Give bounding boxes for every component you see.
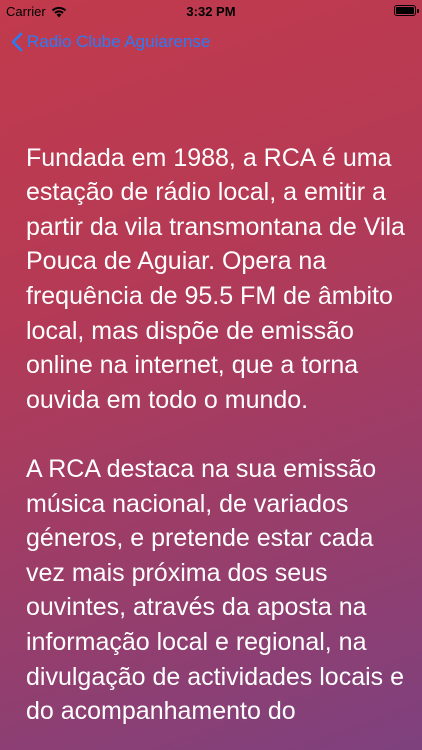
description-paragraph-2: A RCA destaca na sua emissão música naci…: [26, 454, 405, 726]
back-button-label: Radio Clube Aguiarense: [27, 32, 211, 51]
status-bar: Carrier 3:32 PM: [0, 0, 422, 22]
description-paragraph-1: Fundada em 1988, a RCA é uma estação de …: [26, 143, 405, 414]
chevron-left-icon: [10, 32, 24, 52]
back-button[interactable]: Radio Clube Aguiarense: [10, 32, 210, 52]
battery-icon: [394, 5, 419, 16]
status-time: 3:32 PM: [186, 4, 236, 19]
navigation-bar: Radio Clube Aguiarense: [0, 28, 422, 60]
description-text: Fundada em 1988, a RCA é uma estação de …: [26, 106, 408, 750]
